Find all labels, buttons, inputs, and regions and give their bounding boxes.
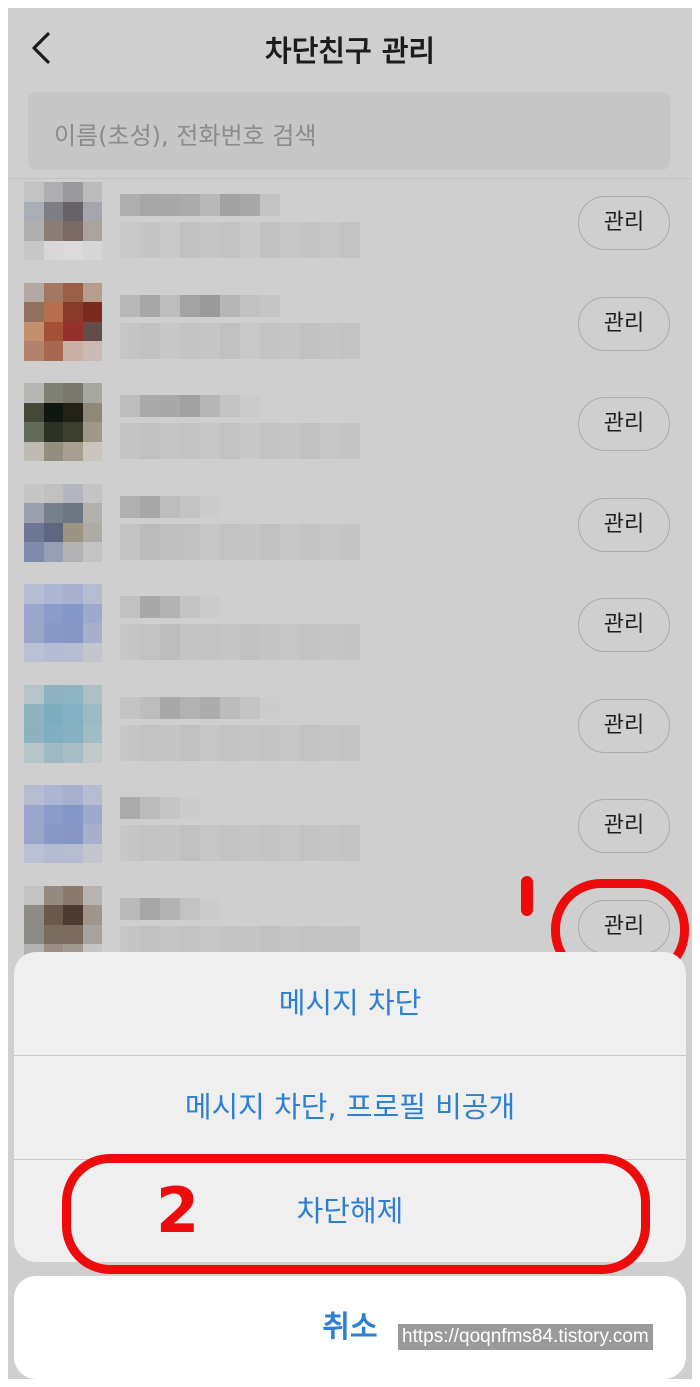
header: 차단친구 관리 — [8, 8, 692, 88]
friend-status-blurred — [120, 322, 360, 359]
avatar — [24, 785, 102, 863]
avatar — [24, 483, 102, 562]
friend-status-blurred — [120, 523, 360, 560]
list-item: 관리 — [8, 572, 692, 672]
list-item: 관리 — [8, 673, 692, 773]
avatar — [24, 282, 102, 361]
manage-button[interactable]: 관리 — [578, 698, 670, 753]
list-item: 관리 — [8, 472, 692, 572]
friend-name-blurred — [120, 294, 280, 317]
friend-name-blurred — [120, 596, 220, 618]
friend-status-blurred — [120, 222, 360, 258]
block-message-hide-profile-option[interactable]: 메시지 차단, 프로필 비공개 — [14, 1056, 686, 1159]
friend-status-blurred — [120, 724, 360, 761]
friend-name-blurred — [120, 395, 260, 417]
manage-button[interactable]: 관리 — [578, 497, 670, 552]
friend-status-blurred — [120, 825, 360, 861]
avatar — [24, 182, 102, 260]
avatar — [24, 684, 102, 763]
avatar — [24, 383, 102, 461]
manage-button[interactable]: 관리 — [578, 598, 670, 652]
manage-button[interactable]: 관리 — [578, 397, 670, 451]
search-placeholder: 이름(초성), 전화번호 검색 — [54, 122, 317, 150]
friend-name-blurred — [120, 897, 220, 920]
list-item: 관리 — [8, 371, 692, 471]
watermark-url: https://qoqnfms84.tistory.com — [398, 1324, 653, 1350]
avatar — [24, 584, 102, 662]
friend-name-blurred — [120, 797, 200, 819]
friend-status-blurred — [120, 624, 360, 660]
annotation-mark-1 — [521, 876, 533, 916]
manage-button[interactable]: 관리 — [578, 296, 670, 351]
block-message-option[interactable]: 메시지 차단 — [14, 952, 686, 1055]
list-item: 관리 — [8, 271, 692, 371]
manage-button[interactable]: 관리 — [578, 799, 670, 853]
list-item: 관리 — [8, 170, 692, 270]
friend-name-blurred — [120, 696, 280, 719]
list-item: 관리 — [8, 773, 692, 873]
annotation-mark-2: 2 — [156, 1174, 200, 1247]
friend-name-blurred — [120, 495, 220, 518]
manage-button[interactable]: 관리 — [578, 196, 670, 250]
friend-status-blurred — [120, 423, 360, 459]
annotation-circle-2 — [62, 1154, 650, 1274]
friend-name-blurred — [120, 194, 300, 216]
search-input[interactable]: 이름(초성), 전화번호 검색 — [28, 92, 670, 170]
page-title: 차단친구 관리 — [264, 34, 436, 68]
app-frame: 차단친구 관리 이름(초성), 전화번호 검색 관리 관리 관리 관리 관리 관리 관리 관리… — [8, 8, 692, 1379]
